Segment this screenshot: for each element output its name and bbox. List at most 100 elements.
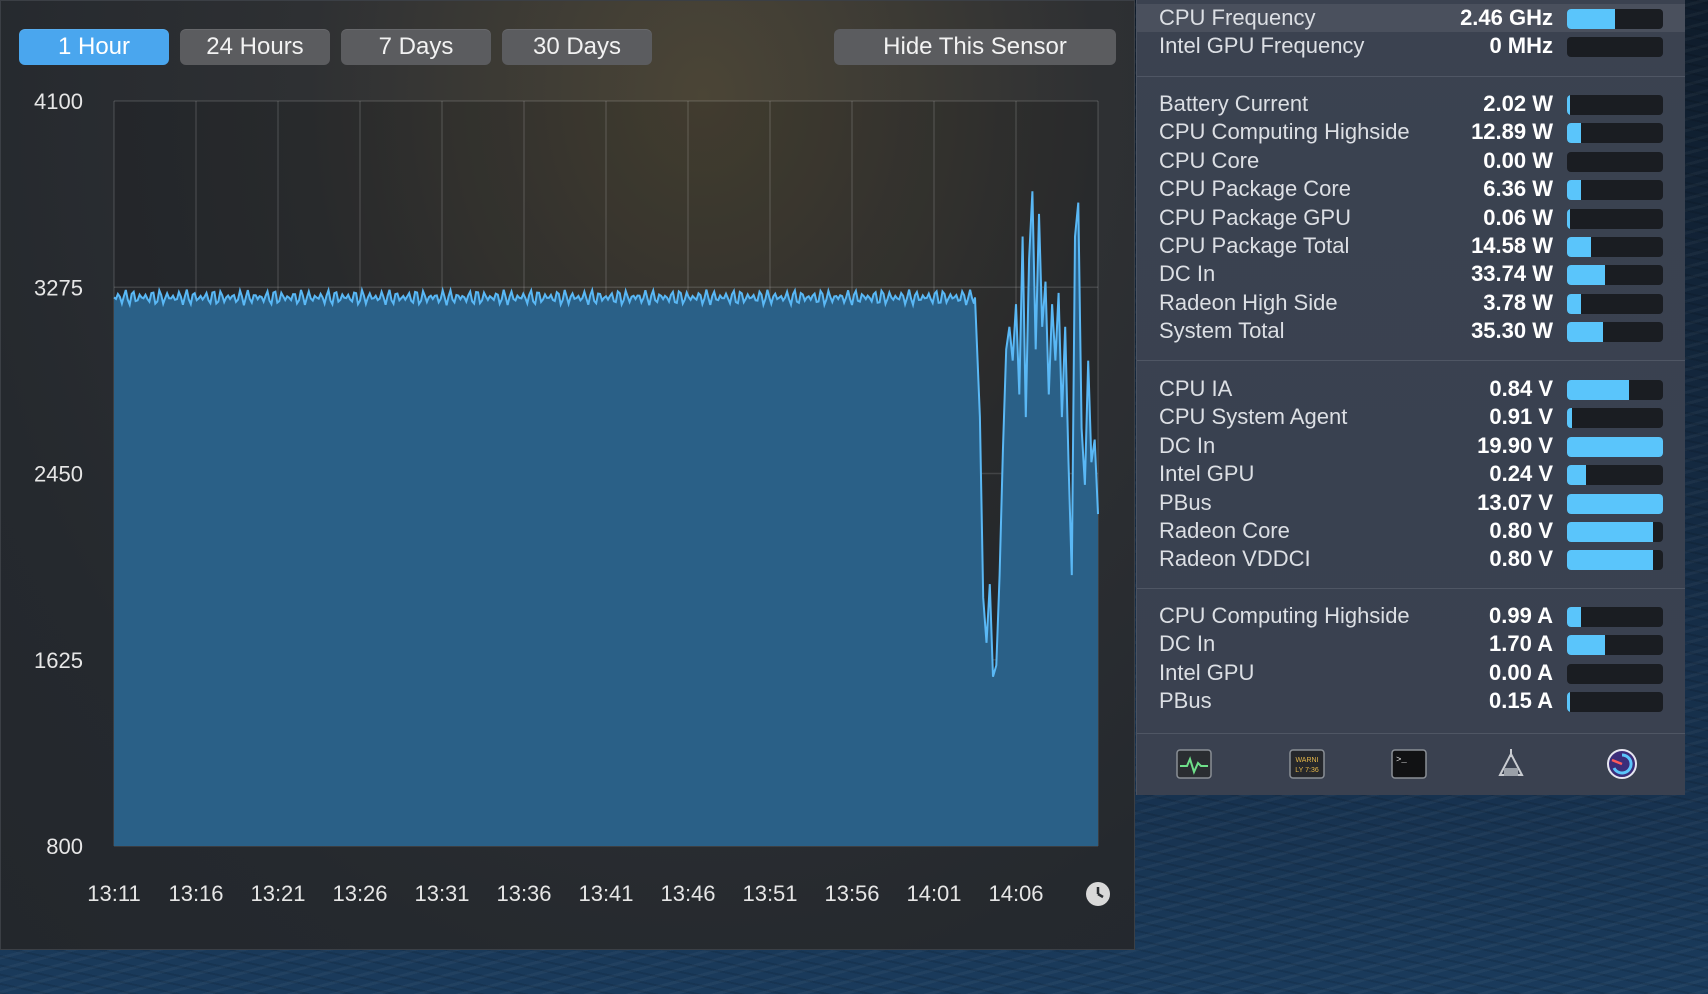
sensor-row-power-cpu-core[interactable]: CPU Core 0.00 W: [1137, 147, 1685, 175]
sensor-list-panel: CPU Frequency 2.46 GHz Intel GPU Frequency…: [1136, 0, 1685, 795]
sensor-level-fill: [1567, 522, 1654, 542]
sensor-label: CPU Core: [1159, 147, 1260, 173]
console-icon[interactable]: WARNI LY 7:36: [1289, 748, 1325, 780]
sensor-level-bar: [1567, 550, 1663, 571]
x-tick-label: 13:51: [742, 881, 797, 906]
sensor-row-voltage-pbus[interactable]: PBus 13.07 V: [1137, 489, 1685, 517]
sensor-label: Radeon Core: [1159, 518, 1290, 543]
sensor-level-fill: [1567, 180, 1582, 201]
console-icon-text-1: WARNI: [1295, 757, 1318, 764]
x-tick-label: 13:21: [250, 881, 305, 906]
sensor-value: 13.07 V: [1477, 489, 1553, 515]
sensor-label: CPU Package Total: [1159, 233, 1350, 258]
x-tick-label: 13:56: [824, 881, 879, 906]
sensor-value: 3.78 W: [1483, 289, 1553, 315]
sensor-row-power-cpu-package-gpu[interactable]: CPU Package GPU 0.06 W: [1137, 204, 1685, 232]
sensor-label: CPU System Agent: [1159, 404, 1348, 430]
sensor-label: Radeon High Side: [1159, 289, 1338, 315]
sensor-value: 0.00 W: [1483, 147, 1553, 173]
sensor-row-voltage-radeon-vddci[interactable]: Radeon VDDCI 0.80 V: [1137, 545, 1685, 573]
sensor-level-bar: [1567, 322, 1663, 343]
sensor-level-fill: [1567, 322, 1604, 343]
system-info-icon[interactable]: [1493, 748, 1529, 780]
range-1-hour-button[interactable]: 1 Hour: [19, 29, 169, 65]
sensor-value: 0.06 W: [1483, 204, 1553, 230]
sensor-level-bar: [1567, 692, 1663, 713]
sensor-level-bar: [1567, 493, 1663, 514]
sensor-level-bar: [1567, 151, 1663, 172]
x-tick-label: 13:16: [168, 881, 223, 906]
sensor-level-fill: [1567, 493, 1663, 514]
sensor-level-bar: [1567, 465, 1663, 486]
terminal-icon[interactable]: >_: [1391, 748, 1427, 780]
x-tick-label: 13:31: [414, 881, 469, 906]
sensor-value: 12.89 W: [1471, 119, 1553, 145]
sensor-value: 2.46 GHz: [1460, 5, 1553, 30]
sensor-graph-window: 4100 3275 2450 1625 800 13:11 13:16 13:21 13:26 1…: [0, 0, 1135, 950]
sensor-value: 35.30 W: [1471, 318, 1553, 344]
console-icon-text-2: LY 7:36: [1295, 767, 1319, 774]
sensor-row-voltage-dc-in[interactable]: DC In 19.90 V: [1137, 432, 1685, 460]
sensor-value: 1.70 A: [1488, 631, 1553, 657]
sensor-row-current-intel-gpu[interactable]: Intel GPU 0.00 A: [1137, 659, 1685, 687]
sensor-row-current-pbus[interactable]: PBus 0.15 A: [1137, 687, 1685, 715]
sensor-row-voltage-intel-gpu[interactable]: Intel GPU 0.24 V: [1137, 460, 1685, 488]
sensor-row-power-cpu-computing-highside[interactable]: CPU Computing Highside 12.89 W: [1137, 118, 1685, 146]
activity-monitor-icon[interactable]: [1176, 748, 1212, 780]
sensor-value: 0.24 V: [1489, 461, 1553, 487]
sensor-row-frequency-intel-gpu-frequency[interactable]: Intel GPU Frequency 0 MHz: [1137, 32, 1685, 60]
sensor-label: System Total: [1159, 318, 1285, 344]
sensor-row-voltage-cpu-system-agent[interactable]: CPU System Agent 0.91 V: [1137, 403, 1685, 431]
sensor-row-power-battery-current[interactable]: Battery Current 2.02 W: [1137, 90, 1685, 118]
sensor-level-fill: [1567, 550, 1654, 571]
sensor-value: 2.02 W: [1483, 91, 1553, 116]
group-divider: [1137, 588, 1685, 589]
range-30-days-button[interactable]: 30 Days: [502, 29, 652, 65]
sensor-label: DC In: [1159, 261, 1216, 287]
sensor-history-chart: 4100 3275 2450 1625 80013:11 13:16 13:21 13:26 1…: [34, 89, 1110, 906]
x-tick-label: 14:01: [906, 881, 961, 906]
sensor-level-bar: [1567, 663, 1663, 684]
range-24-hours-button[interactable]: 24 Hours: [180, 29, 330, 65]
hide-sensor-button[interactable]: Hide This Sensor: [834, 29, 1116, 65]
x-tick-label: 13:36: [496, 881, 551, 906]
sensor-level-bar: [1567, 208, 1663, 229]
sensor-level-fill: [1567, 465, 1587, 486]
sensor-level-fill: [1567, 95, 1570, 115]
sensor-value: 0.80 V: [1489, 546, 1553, 572]
y-tick-label: 1625: [34, 648, 83, 673]
sensor-row-current-dc-in[interactable]: DC In 1.70 A: [1137, 630, 1685, 658]
sensor-level-fill: [1567, 208, 1570, 229]
sensor-row-power-radeon-high-side[interactable]: Radeon High Side 3.78 W: [1137, 289, 1685, 317]
sensor-level-fill: [1567, 9, 1615, 29]
sensor-label: PBus: [1159, 489, 1212, 515]
sensor-value: 33.74 W: [1471, 261, 1553, 287]
sensor-row-voltage-radeon-core[interactable]: Radeon Core 0.80 V: [1137, 517, 1685, 545]
sensor-level-fill: [1567, 237, 1591, 257]
sensor-row-frequency-cpu-frequency[interactable]: CPU Frequency 2.46 GHz: [1137, 4, 1685, 32]
sensor-row-power-cpu-package-core[interactable]: CPU Package Core 6.36 W: [1137, 175, 1685, 203]
sensor-label: Intel GPU: [1159, 461, 1255, 487]
sensor-level-bar: [1567, 95, 1663, 115]
x-tick-label: 13:46: [660, 881, 715, 906]
sensor-label: Battery Current: [1159, 91, 1309, 116]
range-7-days-button[interactable]: 7 Days: [341, 29, 491, 65]
y-tick-label: 4100: [34, 89, 83, 114]
sensor-row-voltage-cpu-ia[interactable]: CPU IA 0.84 V: [1137, 375, 1685, 403]
sensor-label: CPU Package Core: [1159, 176, 1351, 202]
sensor-level-bar: [1567, 522, 1663, 542]
sensor-row-power-system-total[interactable]: System Total 35.30 W: [1137, 317, 1685, 345]
sensor-level-fill: [1567, 293, 1582, 314]
sensor-value: 19.90 V: [1477, 432, 1553, 458]
istat-menus-icon[interactable]: [1604, 748, 1640, 780]
sensor-row-power-cpu-package-total[interactable]: CPU Package Total 14.58 W: [1137, 232, 1685, 260]
sensor-level-bar: [1567, 180, 1663, 201]
sensor-value: 14.58 W: [1471, 233, 1553, 258]
y-tick-label: 800: [46, 834, 83, 859]
sensor-label: Intel GPU Frequency: [1159, 33, 1365, 59]
sensor-level-bar: [1567, 265, 1663, 286]
sensor-level-fill: [1567, 123, 1582, 144]
sensor-row-power-dc-in[interactable]: DC In 33.74 W: [1137, 260, 1685, 288]
sensor-row-current-cpu-computing-highside[interactable]: CPU Computing Highside 0.99 A: [1137, 602, 1685, 630]
sensor-value: 0.99 A: [1488, 603, 1553, 628]
